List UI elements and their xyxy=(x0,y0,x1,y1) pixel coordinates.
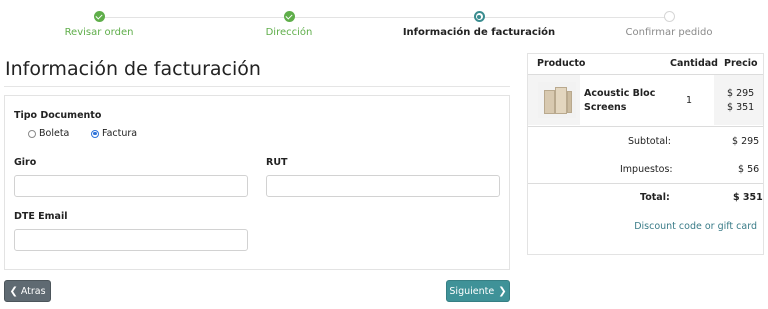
step-label: Información de facturación xyxy=(402,27,556,38)
next-button[interactable]: Siguiente ❯ xyxy=(446,280,510,302)
divider xyxy=(4,86,510,87)
radio-label: Boleta xyxy=(39,128,70,139)
product-price: $ 295 xyxy=(727,88,755,99)
step-billing-info: Información de facturación xyxy=(384,11,574,38)
total-label: Total: xyxy=(640,192,670,203)
checkout-progress: Revisar orden Dirección Información de f… xyxy=(0,0,768,46)
check-icon xyxy=(283,11,295,22)
back-button[interactable]: ❮ Atras xyxy=(4,280,51,302)
product-thumbnail xyxy=(538,82,576,118)
chevron-right-icon: ❯ xyxy=(498,285,507,297)
subtotal-value: $ 295 xyxy=(732,136,760,147)
step-label: Confirmar pedido xyxy=(625,27,713,38)
radio-factura[interactable]: Factura xyxy=(91,128,137,139)
product-price-with-tax: $ 351 xyxy=(727,102,755,113)
step-label: Revisar orden xyxy=(64,27,134,38)
giro-label: Giro xyxy=(14,157,37,168)
step-address[interactable]: Dirección xyxy=(194,11,384,38)
giro-input[interactable] xyxy=(14,175,248,197)
col-header-product: Producto xyxy=(537,58,586,69)
step-confirm-order: Confirmar pedido xyxy=(574,11,764,38)
col-header-price: Precio xyxy=(724,58,758,69)
back-button-label: Atras xyxy=(20,285,46,297)
divider xyxy=(528,183,763,184)
doc-type-label: Tipo Documento xyxy=(14,110,102,121)
dte-email-input[interactable] xyxy=(14,229,248,251)
pending-step-icon xyxy=(663,11,675,22)
col-header-quantity: Cantidad xyxy=(670,58,718,69)
total-value: $ 351 xyxy=(733,192,763,203)
page-title: Información de facturación xyxy=(5,58,261,80)
radio-label: Factura xyxy=(102,128,138,139)
check-icon xyxy=(93,11,105,22)
taxes-value: $ 56 xyxy=(738,164,760,175)
panel-shape xyxy=(567,91,572,113)
product-name[interactable]: Acoustic Bloc Screens xyxy=(584,87,664,115)
product-quantity: 1 xyxy=(686,95,693,106)
rut-label: RUT xyxy=(266,157,288,168)
divider xyxy=(528,126,763,127)
rut-input[interactable] xyxy=(266,175,500,197)
current-step-icon xyxy=(473,11,485,22)
step-label: Dirección xyxy=(265,27,313,38)
radio-boleta[interactable]: Boleta xyxy=(28,128,69,139)
radio-checked-icon xyxy=(91,129,99,138)
step-review-order[interactable]: Revisar orden xyxy=(4,11,194,38)
panel-shape xyxy=(544,90,555,114)
taxes-label: Impuestos: xyxy=(620,164,673,175)
radio-unchecked-icon xyxy=(28,129,36,138)
discount-code-link[interactable]: Discount code or gift card xyxy=(634,221,757,232)
panel-shape xyxy=(555,87,567,114)
subtotal-label: Subtotal: xyxy=(628,136,672,147)
next-button-label: Siguiente xyxy=(449,285,495,297)
chevron-left-icon: ❮ xyxy=(9,285,18,297)
dte-email-label: DTE Email xyxy=(14,211,68,222)
